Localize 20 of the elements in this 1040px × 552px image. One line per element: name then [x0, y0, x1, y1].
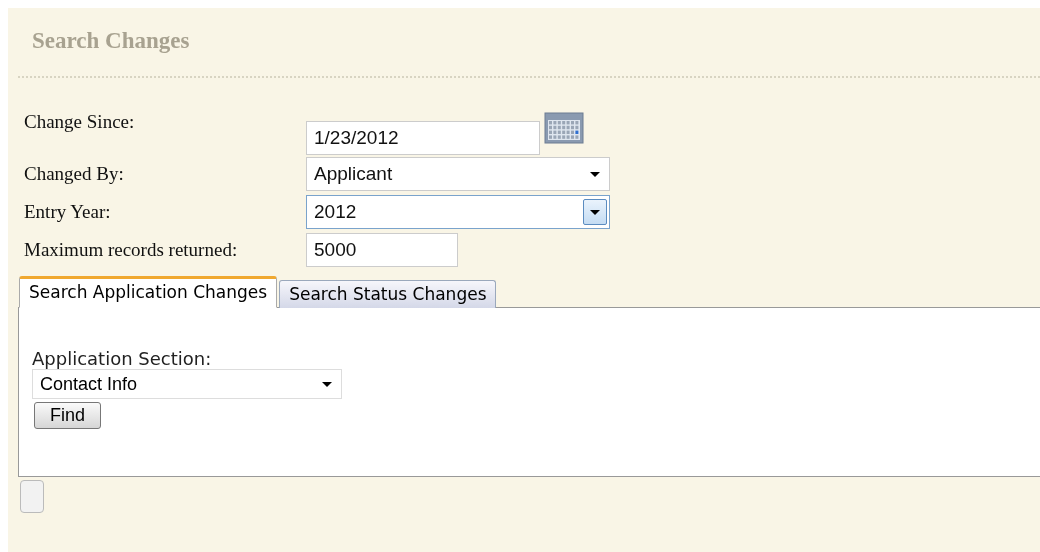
field-label: Application Section:	[32, 348, 213, 369]
field-label: Changed By:	[24, 163, 125, 185]
calendar-icon[interactable]	[544, 112, 584, 144]
find-button[interactable]: Find	[34, 402, 101, 429]
caret-icon	[590, 209, 600, 215]
caret-icon	[322, 381, 332, 387]
input-field[interactable]: 5000	[306, 233, 458, 267]
tab[interactable]: Search Status Changes	[279, 280, 497, 308]
dropdown-field[interactable]: Applicant	[306, 157, 610, 191]
date-field[interactable]: 1/23/2012	[306, 121, 540, 155]
field-label: Change Since:	[24, 111, 136, 133]
empty-button[interactable]	[20, 480, 44, 513]
dropdown-button[interactable]	[583, 199, 607, 225]
page-title: Search Changes	[31, 27, 191, 55]
tab[interactable]: Search Application Changes	[19, 276, 278, 308]
field-label: Entry Year:	[24, 201, 112, 223]
dropdown-field[interactable]: 2012	[306, 195, 610, 229]
dropdown-field[interactable]: Contact Info	[32, 369, 342, 399]
caret-icon	[590, 171, 600, 177]
field-label: Maximum records returned:	[24, 239, 239, 261]
